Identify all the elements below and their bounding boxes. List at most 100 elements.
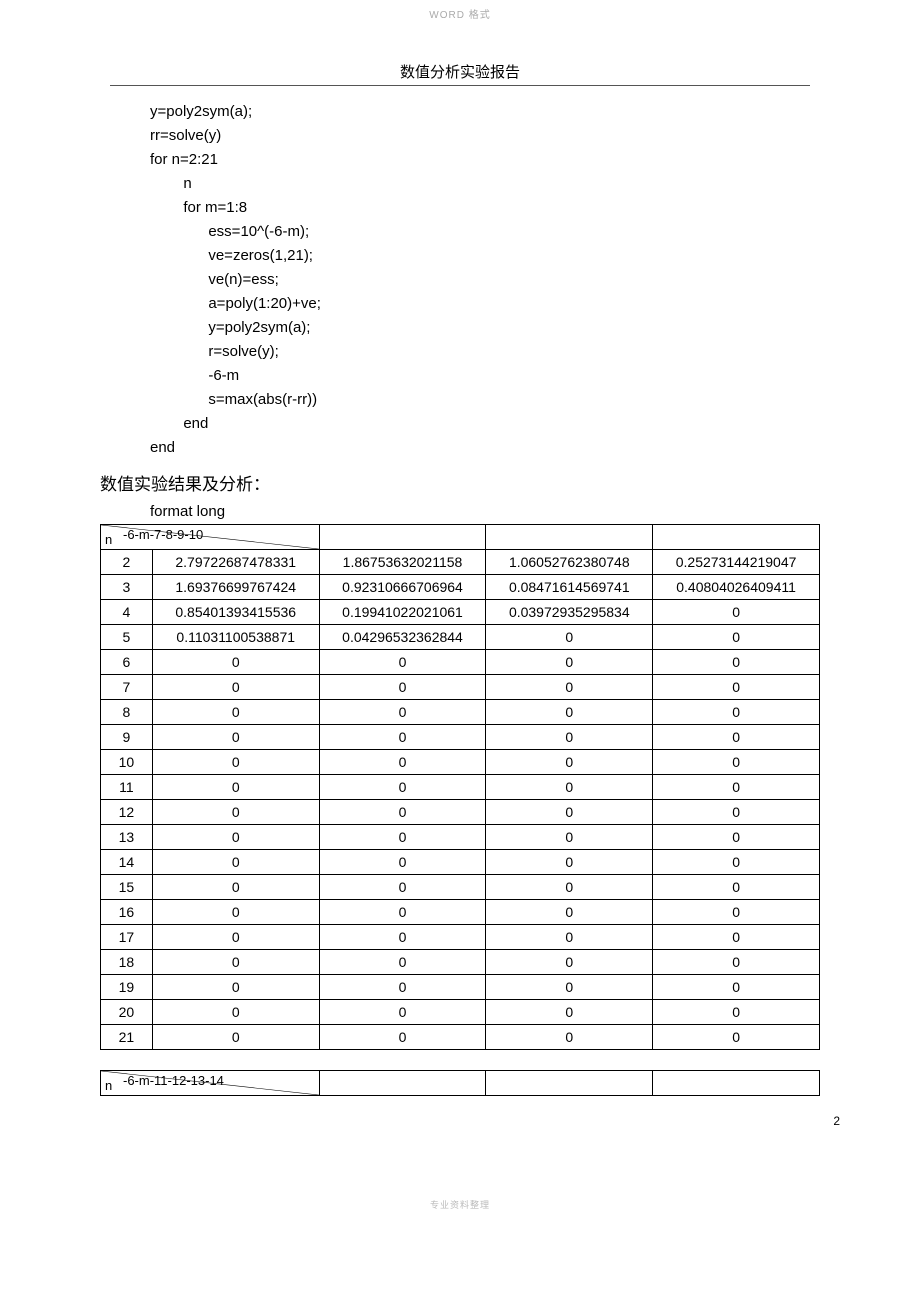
page-number: 2 — [80, 1114, 840, 1128]
report-title: 数值分析实验报告 — [110, 61, 810, 85]
table-row: 70000 — [101, 675, 820, 700]
value-cell: 0 — [319, 750, 486, 775]
value-cell: 0.03972935295834 — [486, 600, 653, 625]
header-cell — [653, 525, 820, 550]
value-cell: 0 — [653, 1025, 820, 1050]
value-cell: 0 — [653, 850, 820, 875]
value-cell: 0 — [319, 700, 486, 725]
watermark-top: WORD 格式 — [0, 0, 920, 21]
table-row: 120000 — [101, 800, 820, 825]
value-cell: 0.04296532362844 — [319, 625, 486, 650]
value-cell: 0 — [653, 725, 820, 750]
row-index-cell: 9 — [101, 725, 153, 750]
value-cell: 0 — [486, 1025, 653, 1050]
divider — [110, 85, 810, 86]
row-index-cell: 20 — [101, 1000, 153, 1025]
table-row: 31.693766997674240.923106667069640.08471… — [101, 575, 820, 600]
value-cell: 0 — [319, 1000, 486, 1025]
row-index-cell: 11 — [101, 775, 153, 800]
row-index-cell: 4 — [101, 600, 153, 625]
value-cell: 0 — [486, 975, 653, 1000]
table-header-row: -6-m-7-8-9-10n — [101, 525, 820, 550]
header-bottom-label: n — [105, 1078, 112, 1093]
value-cell: 0 — [653, 925, 820, 950]
header-cell — [319, 1071, 486, 1096]
value-cell: 0 — [486, 925, 653, 950]
row-index-cell: 14 — [101, 850, 153, 875]
table-row: 50.110311005388710.0429653236284400 — [101, 625, 820, 650]
value-cell: 0 — [653, 825, 820, 850]
table-row: 190000 — [101, 975, 820, 1000]
header-cell — [319, 525, 486, 550]
table-row: 160000 — [101, 900, 820, 925]
value-cell: 0 — [319, 950, 486, 975]
value-cell: 0 — [152, 1000, 319, 1025]
value-cell: 0 — [486, 875, 653, 900]
table-row: 170000 — [101, 925, 820, 950]
value-cell: 0 — [486, 775, 653, 800]
row-index-cell: 2 — [101, 550, 153, 575]
value-cell: 0 — [319, 900, 486, 925]
value-cell: 0 — [319, 675, 486, 700]
value-cell: 1.69376699767424 — [152, 575, 319, 600]
row-index-cell: 12 — [101, 800, 153, 825]
value-cell: 0 — [653, 775, 820, 800]
row-index-cell: 17 — [101, 925, 153, 950]
value-cell: 0 — [653, 750, 820, 775]
table-row: 110000 — [101, 775, 820, 800]
value-cell: 0 — [152, 750, 319, 775]
value-cell: 0 — [319, 650, 486, 675]
value-cell: 0.40804026409411 — [653, 575, 820, 600]
value-cell: 0 — [319, 850, 486, 875]
value-cell: 0 — [653, 600, 820, 625]
header-bottom-label: n — [105, 532, 112, 547]
footer: 专业资料整理 — [0, 1198, 920, 1211]
value-cell: 0 — [152, 825, 319, 850]
table-row: 210000 — [101, 1025, 820, 1050]
value-cell: 0 — [319, 775, 486, 800]
header-diag-cell: -6-m-7-8-9-10n — [101, 525, 320, 550]
code-block: y=poly2sym(a); rr=solve(y) for n=2:21 n … — [150, 100, 820, 460]
row-index-cell: 5 — [101, 625, 153, 650]
row-index-cell: 13 — [101, 825, 153, 850]
value-cell: 0 — [319, 825, 486, 850]
value-cell: 0 — [152, 975, 319, 1000]
row-index-cell: 6 — [101, 650, 153, 675]
value-cell: 0 — [486, 700, 653, 725]
value-cell: 0 — [152, 800, 319, 825]
value-cell: 0 — [653, 650, 820, 675]
row-index-cell: 16 — [101, 900, 153, 925]
row-index-cell: 15 — [101, 875, 153, 900]
results-table-2: -6-m-11-12-13-14 n — [100, 1070, 820, 1096]
table-row: 140000 — [101, 850, 820, 875]
value-cell: 0 — [152, 950, 319, 975]
row-index-cell: 21 — [101, 1025, 153, 1050]
value-cell: 0 — [486, 825, 653, 850]
content: y=poly2sym(a); rr=solve(y) for n=2:21 n … — [100, 100, 820, 1096]
value-cell: 0.11031100538871 — [152, 625, 319, 650]
value-cell: 2.79722687478331 — [152, 550, 319, 575]
value-cell: 0 — [653, 1000, 820, 1025]
format-line: format long — [150, 503, 820, 520]
table-row: 22.797226874783311.867536320211581.06052… — [101, 550, 820, 575]
value-cell: 0 — [152, 650, 319, 675]
value-cell: 0 — [152, 900, 319, 925]
value-cell: 0 — [152, 875, 319, 900]
value-cell: 0 — [152, 925, 319, 950]
row-index-cell: 18 — [101, 950, 153, 975]
value-cell: 0 — [653, 800, 820, 825]
section-heading: 数值实验结果及分析： — [100, 470, 820, 495]
value-cell: 0 — [152, 1025, 319, 1050]
value-cell: 0 — [319, 975, 486, 1000]
value-cell: 0 — [486, 950, 653, 975]
value-cell: 0 — [486, 750, 653, 775]
header-cell — [653, 1071, 820, 1096]
value-cell: 0 — [486, 625, 653, 650]
value-cell: 0.19941022021061 — [319, 600, 486, 625]
value-cell: 0.08471614569741 — [486, 575, 653, 600]
value-cell: 0.85401393415536 — [152, 600, 319, 625]
value-cell: 0 — [319, 725, 486, 750]
value-cell: 0 — [319, 875, 486, 900]
value-cell: 0.25273144219047 — [653, 550, 820, 575]
value-cell: 0 — [152, 700, 319, 725]
